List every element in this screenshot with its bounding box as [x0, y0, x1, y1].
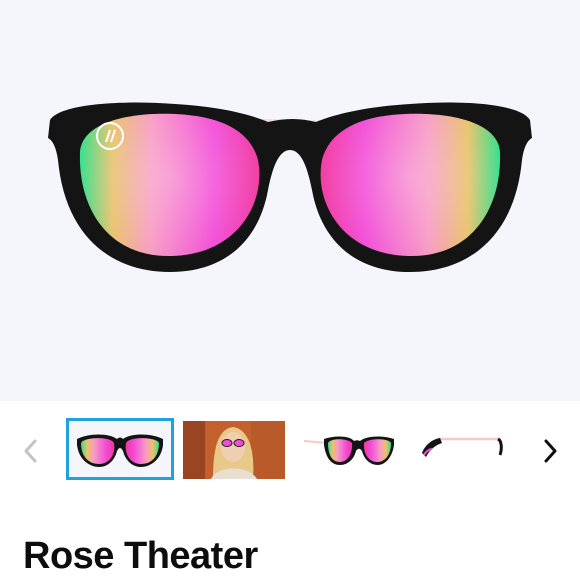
thumbnail-angled-view[interactable] — [302, 421, 397, 479]
chevron-right-icon — [544, 439, 557, 463]
thumbnail-gallery — [0, 401, 580, 500]
product-hero-image — [0, 0, 580, 401]
thumbnail-front-view[interactable] — [66, 418, 174, 480]
thumbnail-side-view[interactable] — [418, 421, 508, 479]
thumbnail-front-image — [77, 434, 163, 467]
thumbnail-model-photo[interactable] — [183, 421, 285, 479]
gallery-next-button[interactable] — [536, 431, 566, 471]
gallery-prev-button[interactable] — [15, 431, 45, 471]
sunglasses-image — [48, 102, 532, 272]
model-photo-image — [183, 421, 285, 479]
chevron-left-icon — [24, 439, 37, 463]
product-title: Rose Theater — [23, 535, 258, 577]
thumbnail-side-image — [422, 437, 503, 457]
thumbnail-angled-image — [303, 436, 394, 465]
